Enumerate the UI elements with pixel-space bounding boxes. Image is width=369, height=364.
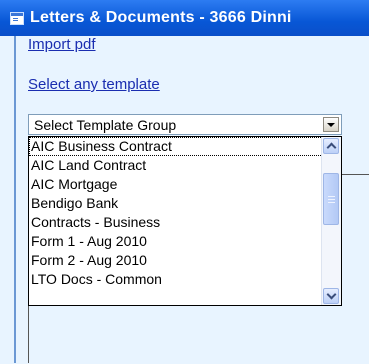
template-group-select-value: Select Template Group <box>34 117 177 133</box>
import-pdf-link[interactable]: Import pdf <box>28 36 96 53</box>
dropdown-option[interactable]: LTO Docs - Common <box>29 270 323 289</box>
background-panel-edge <box>28 306 29 363</box>
dropdown-option[interactable]: Contracts - Business <box>29 213 323 232</box>
background-panel-edge <box>342 174 369 364</box>
template-group-select[interactable]: Select Template Group <box>28 114 342 135</box>
scrollbar-thumb[interactable] <box>323 173 339 225</box>
dropdown-option[interactable]: AIC Business Contract <box>29 137 323 156</box>
chevron-down-icon <box>327 122 335 127</box>
dropdown-option[interactable]: Form 2 - Aug 2010 <box>29 251 323 270</box>
chevron-up-icon <box>326 142 336 153</box>
dropdown-scrollbar[interactable] <box>321 137 341 305</box>
scroll-down-button[interactable] <box>323 288 339 304</box>
window-app-icon[interactable] <box>10 11 24 25</box>
chevron-down-icon <box>326 289 336 300</box>
title-bar[interactable]: Letters & Documents - 3666 Dinni <box>0 0 369 36</box>
scroll-up-button[interactable] <box>323 138 339 154</box>
select-template-link[interactable]: Select any template <box>28 76 160 93</box>
window-title: Letters & Documents - 3666 Dinni <box>30 9 292 26</box>
dropdown-option[interactable]: Form 1 - Aug 2010 <box>29 232 323 251</box>
dropdown-option[interactable]: AIC Mortgage <box>29 175 323 194</box>
dropdown-options: AIC Business Contract AIC Land Contract … <box>29 137 323 289</box>
dropdown-arrow-button[interactable] <box>323 117 339 132</box>
dropdown-option[interactable]: Bendigo Bank <box>29 194 323 213</box>
dropdown-option[interactable]: AIC Land Contract <box>29 156 323 175</box>
template-group-dropdown-list[interactable]: AIC Business Contract AIC Land Contract … <box>28 136 342 306</box>
